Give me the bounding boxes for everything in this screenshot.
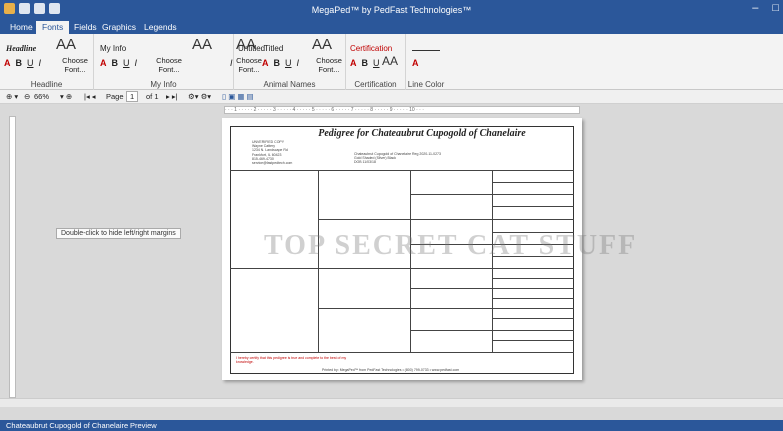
- margin-hint-tooltip: Double-click to hide left/right margins: [56, 228, 181, 239]
- font-color-button[interactable]: A: [4, 58, 11, 68]
- grid-line: [492, 318, 574, 319]
- format-buttons-2: A B U I: [262, 58, 299, 68]
- grid-line: [492, 340, 574, 341]
- bold-button[interactable]: B: [112, 58, 119, 68]
- grid-line: [230, 352, 574, 353]
- underline-button[interactable]: U: [373, 58, 380, 68]
- font-name-titled: Titled: [264, 44, 284, 53]
- ribbon-tabs: Home Fonts Fields Graphics Legends: [0, 20, 783, 34]
- choose-font-button[interactable]: Choose Font...: [236, 56, 262, 74]
- font-color-button[interactable]: A: [350, 58, 357, 68]
- choose-font-button[interactable]: Choose Font...: [60, 56, 90, 74]
- bold-button[interactable]: B: [362, 58, 369, 68]
- page-label: Page: [106, 92, 124, 101]
- tab-home[interactable]: Home: [4, 21, 39, 34]
- font-sample-icon-2: AA: [312, 36, 333, 53]
- status-bar: Chateaubrut Cupogold of Chanelaire Previ…: [0, 420, 783, 431]
- format-buttons: I: [230, 58, 233, 68]
- group-my-info: My Info AA A B U I Choose Font... My Inf…: [94, 34, 234, 90]
- horizontal-scrollbar[interactable]: [0, 398, 783, 407]
- choose-font-button-2[interactable]: Choose Font...: [314, 56, 344, 74]
- group-label: Certification: [354, 80, 397, 89]
- format-buttons: A B U I: [4, 58, 41, 68]
- bold-button[interactable]: B: [274, 58, 281, 68]
- italic-button[interactable]: I: [297, 58, 300, 68]
- zoom-out-icon[interactable]: ⊖: [24, 92, 30, 101]
- bold-button[interactable]: B: [16, 58, 23, 68]
- next-page-icon[interactable]: ▸ ▸|: [166, 92, 178, 101]
- tab-fonts[interactable]: Fonts: [36, 21, 70, 34]
- group-label: Line Color: [407, 80, 445, 89]
- grid-line: [410, 330, 574, 331]
- group-label: Animal Names: [263, 80, 316, 89]
- subject-info[interactable]: Chateaubrut Cupogold of Chanelaire Reg 2…: [354, 152, 441, 165]
- font-color-button[interactable]: A: [262, 58, 269, 68]
- ribbon: Headline AA A B U I Choose Font... Headl…: [0, 34, 783, 90]
- certification-text[interactable]: I hereby certify that this pedigree is t…: [236, 356, 356, 364]
- line-color-button[interactable]: A: [412, 58, 419, 68]
- view-mode-icons[interactable]: ▯ ▣ ▦ ▤: [222, 92, 254, 101]
- zoom-in-icon[interactable]: ⊕ ▾: [6, 92, 18, 101]
- format-buttons: A B U: [350, 58, 380, 68]
- format-buttons: A B U I: [100, 58, 137, 68]
- underline-button[interactable]: U: [27, 58, 34, 68]
- pedigree-title[interactable]: Pedigree for Chateaubrut Cupogold of Cha…: [282, 128, 562, 139]
- grid-line: [492, 182, 574, 183]
- italic-button[interactable]: I: [39, 58, 42, 68]
- footer-text: Printed by: MegaPed™ from PedFast Techno…: [322, 368, 460, 372]
- title-bar: MegaPed™ by PedFast Technologies™ – □: [0, 0, 783, 20]
- status-file-name: Chateaubrut Cupogold of Chanelaire: [6, 421, 129, 430]
- font-name-headline: Headline: [6, 44, 37, 53]
- grid-line: [410, 194, 574, 195]
- preview-toolbar: ⊕ ▾ ⊖ 66% ▾ ⊕ |◂ ◂ Page 1 of 1 ▸ ▸| ⚙▾ ⚙…: [0, 90, 783, 104]
- pedigree-page[interactable]: Pedigree for Chateaubrut Cupogold of Cha…: [222, 118, 635, 380]
- grid-line: [230, 170, 574, 171]
- grid-line: [318, 308, 574, 309]
- page-count: of 1: [146, 92, 159, 101]
- font-color-button[interactable]: A: [100, 58, 107, 68]
- grid-line: [410, 288, 574, 289]
- settings-icon[interactable]: ⚙▾ ⚙▾: [188, 92, 211, 101]
- font-sample-icon: AA: [236, 36, 257, 53]
- group-animal-names: Untitled I Titled AA AA A B U I Choose F…: [230, 34, 346, 90]
- status-mode: Preview: [130, 421, 157, 430]
- grid-line: [318, 219, 574, 220]
- font-sample-icon: AA: [382, 54, 399, 68]
- maximize-button[interactable]: □: [772, 2, 779, 14]
- grid-line: [230, 268, 574, 269]
- horizontal-ruler: · · · 1 · · · · · 2 · · · · · 3 · · · · …: [224, 106, 580, 114]
- status-spacer: [0, 407, 783, 420]
- choose-font-button[interactable]: Choose Font...: [154, 56, 184, 74]
- font-name-my-info: My Info: [100, 44, 127, 53]
- italic-button[interactable]: I: [135, 58, 138, 68]
- font-name-certification: Certification: [350, 44, 393, 53]
- font-sample-icon: AA: [56, 36, 77, 53]
- font-sample-icon: AA: [192, 36, 213, 53]
- grid-line: [492, 206, 574, 207]
- tab-graphics[interactable]: Graphics: [96, 21, 142, 34]
- watermark: TOP SECRET CAT STUFF: [264, 230, 638, 261]
- line-sample: [412, 50, 440, 51]
- italic-button[interactable]: I: [230, 58, 233, 68]
- underline-button[interactable]: U: [123, 58, 130, 68]
- grid-line: [492, 278, 574, 279]
- group-certification: Certification AA A B U Certification: [346, 34, 406, 90]
- vertical-ruler: [9, 116, 16, 398]
- owner-info[interactable]: UNVERIFIED COPY Wayne Cattery 1234 N. La…: [252, 140, 292, 165]
- grid-line: [492, 298, 574, 299]
- zoom-dropdown-icon[interactable]: ▾ ⊕: [60, 92, 72, 101]
- group-label: Headline: [30, 80, 63, 89]
- page-input[interactable]: 1: [126, 91, 139, 102]
- zoom-select[interactable]: 66%: [34, 92, 49, 101]
- window-title: MegaPed™ by PedFast Technologies™: [311, 5, 472, 15]
- first-page-icon[interactable]: |◂ ◂: [84, 92, 96, 101]
- group-label: My Info: [150, 80, 177, 89]
- minimize-button[interactable]: –: [752, 2, 758, 14]
- underline-button[interactable]: U: [285, 58, 292, 68]
- group-line-color: A Line Color: [406, 34, 446, 90]
- group-headline: Headline AA A B U I Choose Font... Headl…: [0, 34, 94, 90]
- tab-legends[interactable]: Legends: [138, 21, 183, 34]
